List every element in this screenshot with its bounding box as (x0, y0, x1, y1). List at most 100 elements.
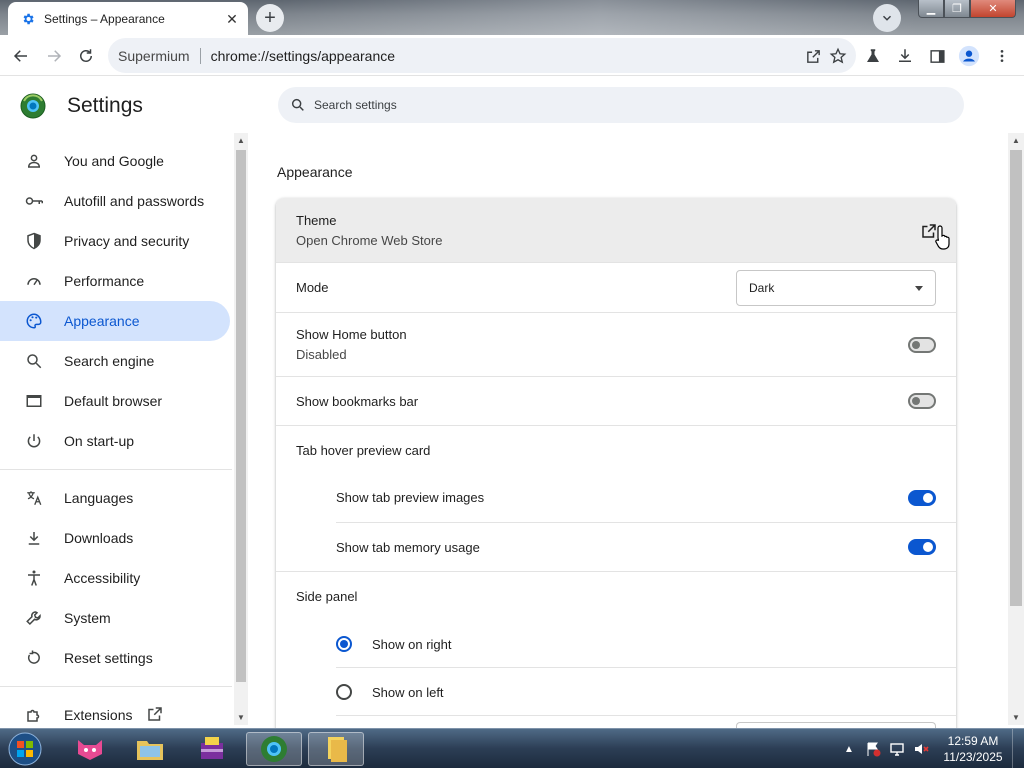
downloads-button[interactable] (892, 43, 918, 69)
sidebar-item-performance[interactable]: Performance (0, 261, 230, 301)
side-panel-label: Side panel (296, 589, 358, 604)
speedometer-icon (24, 271, 44, 291)
theme-row[interactable]: Theme Open Chrome Web Store (276, 198, 956, 263)
browser-window-icon (24, 391, 44, 411)
tab-settings-appearance[interactable]: Settings – Appearance ✕ (8, 2, 248, 35)
side-panel-button[interactable] (924, 43, 950, 69)
star-icon (829, 47, 847, 64)
sidebar-item-label: Extensions (64, 707, 133, 723)
address-bar[interactable]: Supermium chrome://settings/appearance (108, 38, 856, 73)
sidebar-item-you-and-google[interactable]: You and Google (0, 141, 230, 181)
clock-date: 11/23/2025 (943, 750, 1003, 764)
menu-button[interactable] (989, 43, 1015, 69)
home-button-toggle[interactable] (908, 337, 936, 353)
side-panel-left-label: Show on left (372, 685, 444, 700)
volume-muted-icon[interactable] (912, 740, 930, 758)
shield-icon (24, 231, 44, 251)
main-scrollbar-thumb[interactable] (1010, 150, 1022, 606)
sidebar-item-reset-settings[interactable]: Reset settings (0, 638, 230, 678)
extension-toolbar-button[interactable] (860, 43, 886, 69)
share-button[interactable] (800, 43, 826, 69)
search-icon (24, 351, 44, 371)
bookmarks-bar-toggle[interactable] (908, 393, 936, 409)
scroll-up-arrow-icon[interactable]: ▲ (1012, 136, 1020, 145)
close-window-button[interactable]: ✕ (970, 0, 1016, 18)
search-settings-input[interactable] (314, 98, 914, 112)
home-button-row[interactable]: Show Home button Disabled (276, 313, 956, 377)
sidebar-scrollbar[interactable]: ▲ ▼ (234, 133, 248, 725)
tab-memory-usage-row[interactable]: Show tab memory usage (336, 523, 956, 572)
side-panel-right-option[interactable]: Show on right (336, 620, 956, 668)
url-text[interactable]: chrome://settings/appearance (201, 48, 395, 64)
browser-chip: Supermium (118, 47, 201, 64)
puzzle-icon (24, 705, 44, 725)
search-settings-box[interactable] (278, 87, 964, 123)
supermium-browser-icon (261, 736, 287, 762)
taskbar-app-archive[interactable] (184, 732, 240, 766)
scroll-down-arrow-icon[interactable]: ▼ (1012, 713, 1020, 722)
sidebar-item-languages[interactable]: Languages (0, 478, 230, 518)
tab-search-button[interactable] (873, 4, 901, 32)
sidebar-item-label: On start-up (64, 433, 135, 449)
back-button[interactable] (8, 43, 34, 69)
new-tab-button[interactable]: + (256, 4, 284, 32)
maximize-button[interactable]: ❐ (944, 0, 970, 18)
side-panel-right-label: Show on right (372, 637, 452, 652)
home-button-sublabel: Disabled (296, 347, 347, 362)
sidebar-item-label: Performance (64, 273, 145, 289)
sidebar-item-appearance[interactable]: Appearance (0, 301, 230, 341)
sidebar-item-label: Privacy and security (64, 233, 190, 249)
tab-title: Settings – Appearance (44, 11, 165, 26)
forward-button[interactable] (41, 43, 67, 69)
radio-show-on-right[interactable] (336, 636, 352, 652)
start-button[interactable] (4, 731, 46, 767)
sidebar-item-privacy[interactable]: Privacy and security (0, 221, 230, 261)
side-panel-left-option[interactable]: Show on left (336, 668, 956, 716)
sidebar-divider (0, 686, 232, 687)
sidebar-item-autofill[interactable]: Autofill and passwords (0, 181, 230, 221)
pink-cat-app-icon (78, 740, 102, 760)
main-scrollbar[interactable]: ▲ ▼ (1008, 133, 1024, 725)
supermium-logo-icon (20, 93, 46, 119)
sidebar-item-system[interactable]: System (0, 598, 230, 638)
sidebar-item-search-engine[interactable]: Search engine (0, 341, 230, 381)
radio-show-on-left[interactable] (336, 684, 352, 700)
bookmarks-bar-row[interactable]: Show bookmarks bar (276, 377, 956, 426)
taskbar-app-cat[interactable] (62, 732, 118, 766)
taskbar-app-explorer[interactable] (122, 732, 178, 766)
network-icon[interactable] (888, 740, 906, 758)
show-hidden-icons-icon[interactable]: ▲ (840, 740, 858, 758)
sidebar-item-downloads[interactable]: Downloads (0, 518, 230, 558)
taskbar-clock[interactable]: 12:59 AM 11/23/2025 (940, 733, 1006, 765)
mode-select[interactable]: Dark (736, 270, 936, 306)
taskbar: ▲ 12:59 AM 11/23/2025 (0, 728, 1024, 768)
show-desktop-button[interactable] (1012, 729, 1024, 768)
theme-sublabel: Open Chrome Web Store (296, 233, 443, 248)
sidebar-scrollbar-thumb[interactable] (236, 150, 246, 682)
archive-app-icon (201, 737, 223, 759)
bookmark-button[interactable] (825, 43, 851, 69)
sidebar-item-on-start-up[interactable]: On start-up (0, 421, 230, 461)
action-center-flag-icon[interactable] (864, 740, 882, 758)
toggle-knob (923, 493, 933, 503)
tab-preview-images-row[interactable]: Show tab preview images (336, 474, 956, 523)
key-icon (24, 191, 44, 211)
profile-button[interactable] (956, 43, 982, 69)
taskbar-app-supermium[interactable] (246, 732, 302, 766)
tab-memory-usage-toggle[interactable] (908, 539, 936, 555)
gear-icon (20, 11, 36, 27)
sidebar-item-accessibility[interactable]: Accessibility (0, 558, 230, 598)
scroll-up-arrow-icon[interactable]: ▲ (237, 136, 245, 145)
close-tab-icon[interactable]: ✕ (224, 11, 240, 27)
sidebar-item-label: Reset settings (64, 650, 153, 666)
minimize-button[interactable]: ▁ (918, 0, 944, 18)
toggle-knob (912, 341, 920, 349)
scroll-down-arrow-icon[interactable]: ▼ (237, 713, 245, 722)
reload-button[interactable] (73, 43, 99, 69)
reset-icon (24, 648, 44, 668)
back-arrow-icon (13, 50, 27, 62)
tab-preview-images-toggle[interactable] (908, 490, 936, 506)
sidebar-item-default-browser[interactable]: Default browser (0, 381, 230, 421)
download-icon (24, 528, 44, 548)
taskbar-app-files[interactable] (308, 732, 364, 766)
